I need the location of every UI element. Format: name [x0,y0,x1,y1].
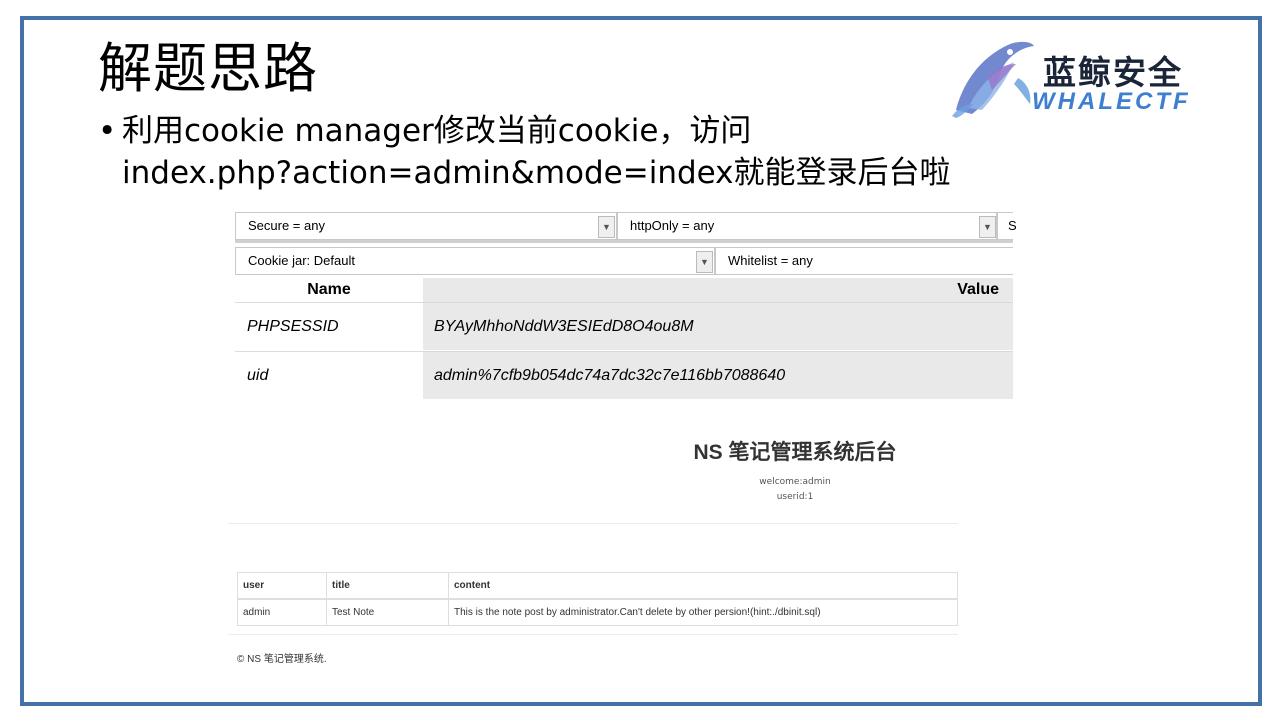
slide-title: 解题思路 [98,37,318,100]
cookie-jar-label: Cookie jar: Default [248,253,355,268]
httponly-filter[interactable]: httpOnly = any [617,212,997,240]
bullet-line-2: index.php?action=admin&mode=index就能登录后台啦 [122,155,951,191]
cookie-row-name[interactable]: PHPSESSID [235,302,423,350]
samesite-filter-clipped[interactable]: S [997,212,1017,240]
bullet-line-1: 利用cookie manager修改当前cookie，访问 [122,113,752,149]
footer-text: © NS 笔记管理系统. [237,654,327,665]
cell-user: admin [237,598,327,626]
cookie-jar-filter[interactable]: Cookie jar: Default [235,247,715,275]
logo-english-text: WHALECTF [1032,88,1191,115]
whalectf-logo: 蓝鲸安全 WHALECTF [948,38,1230,120]
section-divider [228,523,958,524]
header-user: user [237,572,327,600]
cookie-manager-panel: Secure = any ▼ httpOnly = any ▼ S Cookie… [235,208,1017,400]
whitelist-label: Whitelist = any [728,253,813,268]
column-header-name[interactable]: Name [235,278,423,302]
column-header-value[interactable]: Value [423,278,1013,302]
logo-chinese-text: 蓝鲸安全 [1043,53,1183,92]
bullet-item: • 利用cookie manager修改当前cookie，访问 index.ph… [98,110,998,194]
cell-content: This is the note post by administrator.C… [448,598,958,626]
secure-filter-label: Secure = any [248,218,325,233]
table-header-row: user title content [237,572,958,600]
whitelist-filter[interactable]: Whitelist = any [715,247,1013,275]
cookie-jar-dropdown-icon[interactable]: ▼ [696,251,713,273]
notes-table: user title content admin Test Note This … [237,572,958,626]
header-title: title [326,572,449,600]
table-row: admin Test Note This is the note post by… [237,598,958,626]
cookie-row-name[interactable]: uid [235,351,423,399]
httponly-filter-label: httpOnly = any [630,218,715,233]
footer-divider [228,634,958,635]
secure-filter[interactable]: Secure = any [235,212,617,240]
backend-title: NS 笔记管理系统后台 [693,441,897,464]
userid-text: userid:1 [776,492,814,502]
httponly-dropdown-icon[interactable]: ▼ [979,216,996,238]
cell-title: Test Note [326,598,449,626]
cookie-row-value[interactable]: admin%7cfb9b054dc74a7dc32c7e116bb7088640 [423,351,1013,399]
secure-dropdown-icon[interactable]: ▼ [598,216,615,238]
header-content: content [448,572,958,600]
welcome-text: welcome:admin [759,477,831,487]
filter-divider [235,240,1013,243]
whale-icon [952,41,1034,118]
cookie-row-value[interactable]: BYAyMhhoNddW3ESIEdD8O4ou8M [423,302,1013,350]
bullet-dot: • [98,113,117,149]
